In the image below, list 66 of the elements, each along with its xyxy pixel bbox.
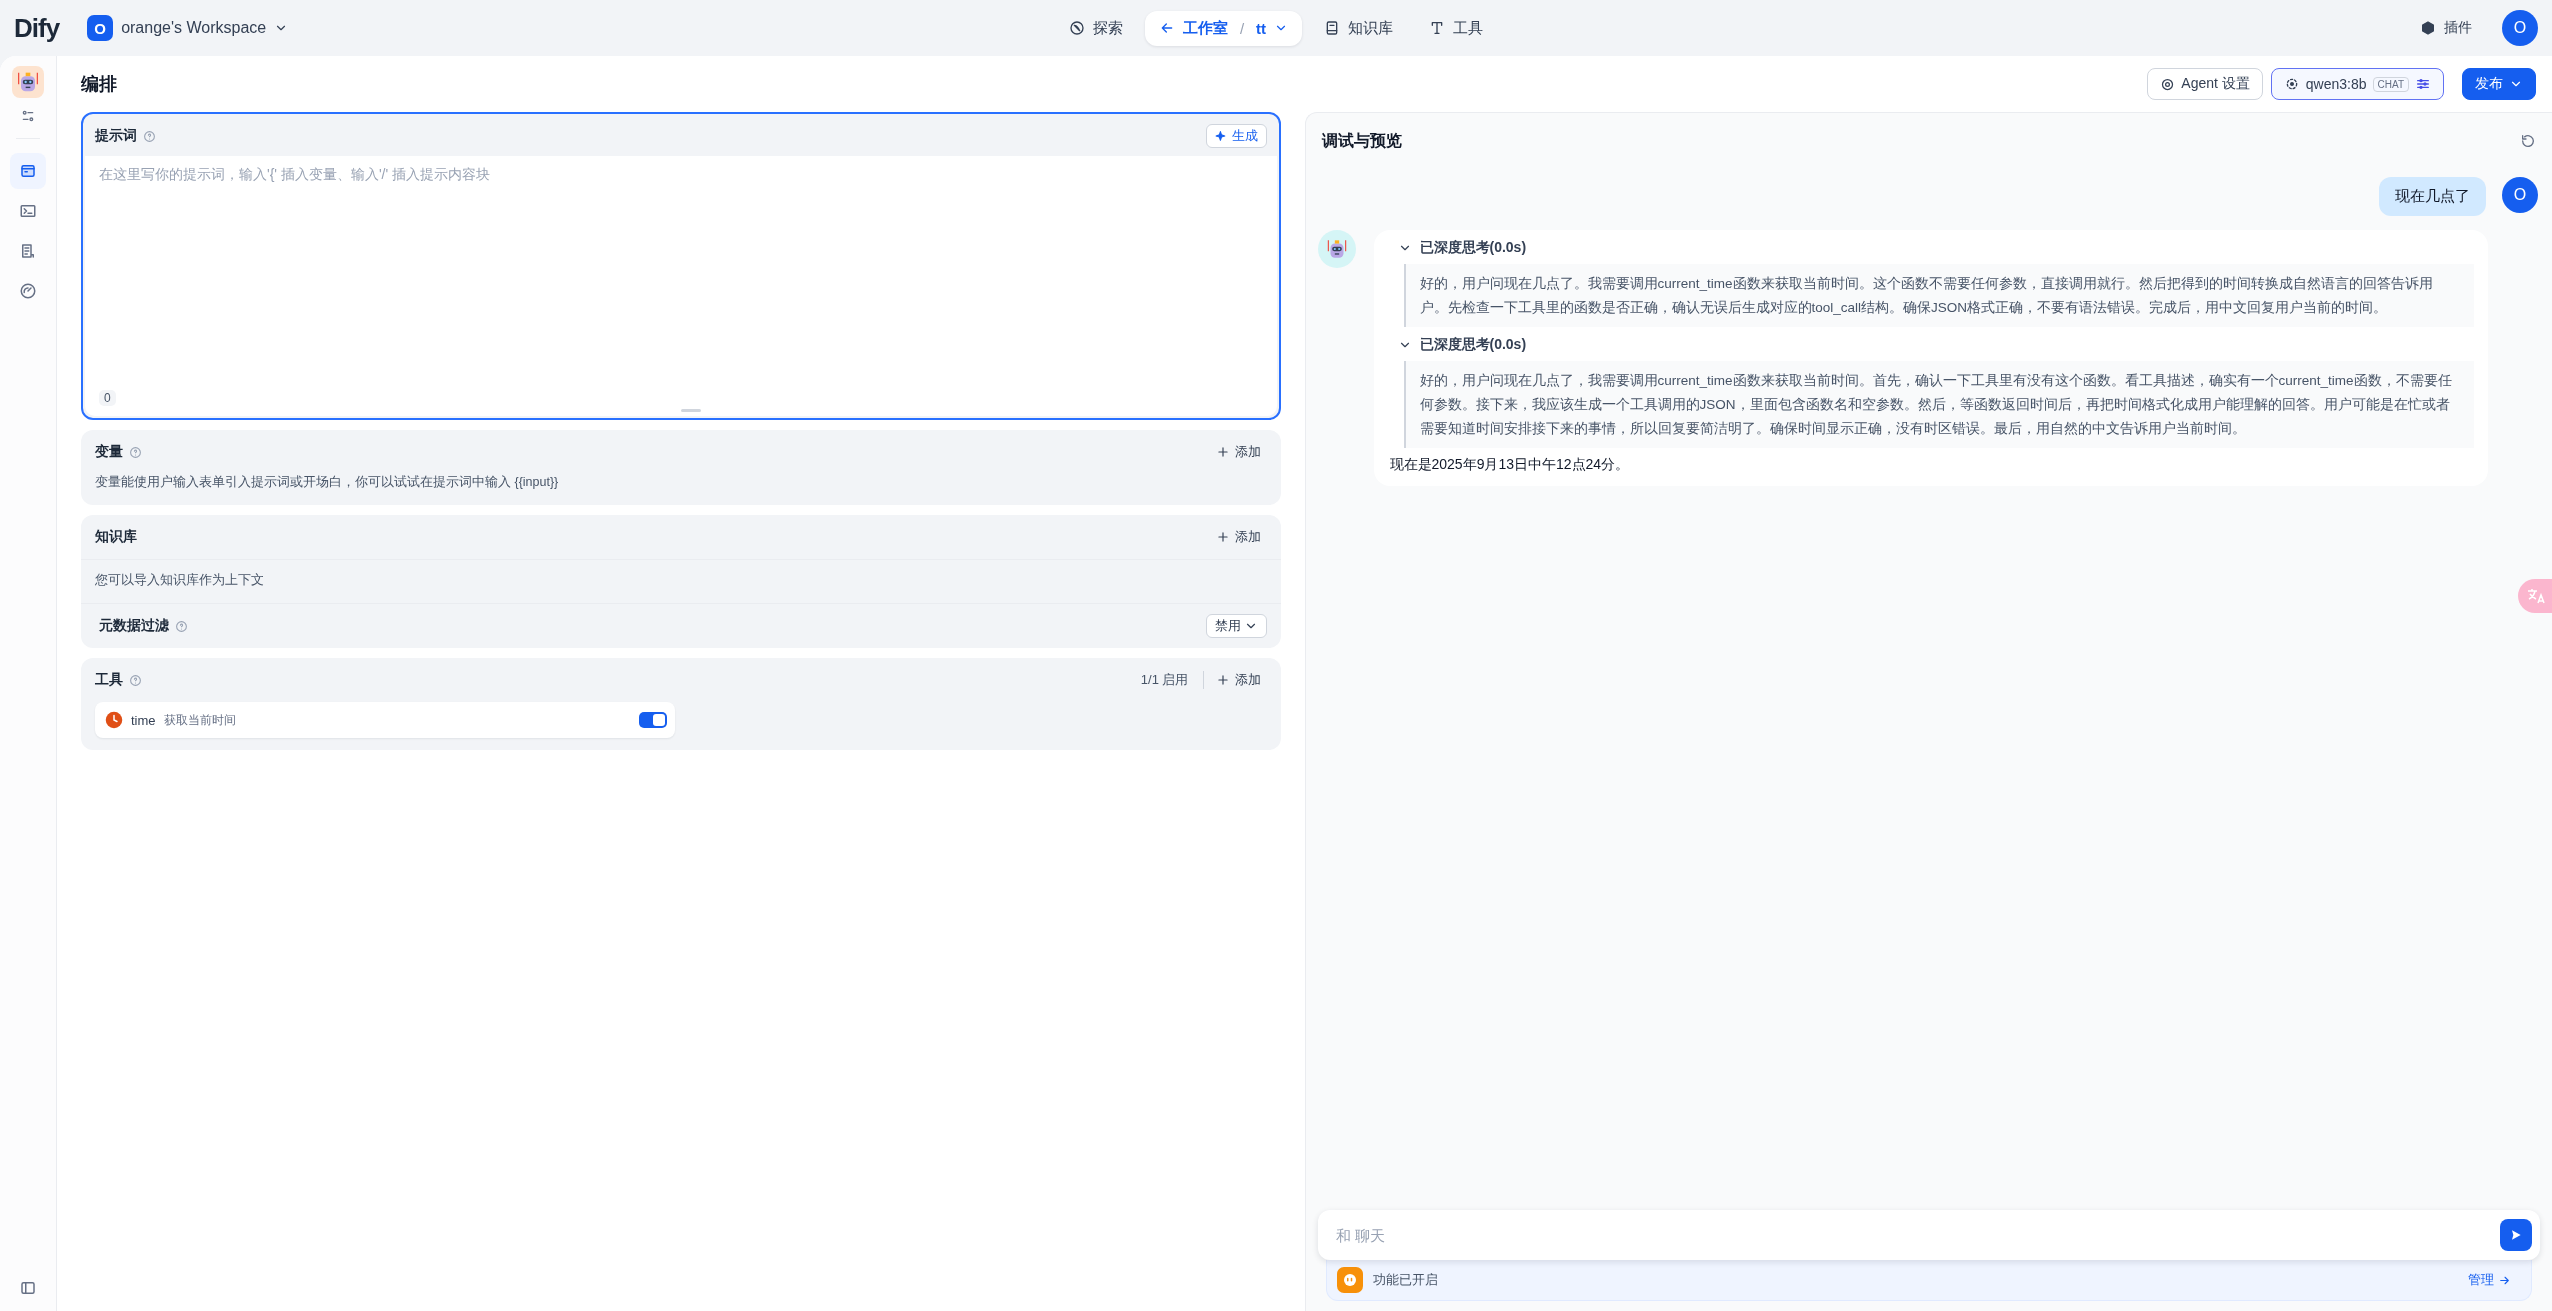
terminal-icon xyxy=(19,202,37,220)
agent-settings-button[interactable]: Agent 设置 xyxy=(2147,68,2263,100)
cube-icon xyxy=(2420,20,2436,36)
prompt-field[interactable]: 在这里写你的提示词，输入'{' 插入变量、输入'/' 插入提示内容块 xyxy=(99,166,1263,390)
section-description: 变量能使用户输入表单引入提示词或开场白，你可以试试在提示词中输入 {{input}} xyxy=(94,474,560,491)
filter-dropdown[interactable]: 禁用 xyxy=(1205,614,1267,638)
add-button[interactable]: 添加 xyxy=(1209,527,1267,547)
clock-icon xyxy=(105,711,123,729)
send-button[interactable] xyxy=(2500,1219,2532,1251)
section-title: 变量 xyxy=(95,443,123,461)
plugins-button[interactable]: 插件 xyxy=(2414,18,2478,38)
publish-button[interactable]: 发布 xyxy=(2462,68,2536,100)
section-description: 您可以导入知识库作为上下文 xyxy=(81,559,1281,603)
nav-tab[interactable]: 探索 xyxy=(1054,10,1137,46)
settings-sliders-icon xyxy=(20,108,36,124)
nav-tab[interactable]: 工具 xyxy=(1415,10,1498,46)
thinking-toggle[interactable]: 已深度思考(0.0s) xyxy=(1387,335,2474,356)
page-title: 编排 xyxy=(81,73,118,96)
help-icon xyxy=(129,445,142,459)
thinking-text: 好的，用户问现在几点了，我需要调用current_time函数来获取当前时间。首先，确认一下工具里有没有这个函数。看工具描述，确实有一个current_time函数，不需要任何参数。接下来，我应该生成一个工具调用的JSON，里面包含函数名和空参数。然后，等函数返回时间后，再把时间格式化成用户能理解的回答。用户可能是在忙或者需要知道时间安排接下来的事情，所以回复要简洁明了。确保时间显示正确，没有时区错误。最后，用自然的中文告诉用户当前时间。 xyxy=(1403,361,2474,449)
workspace-switcher[interactable]: O orange's Workspace xyxy=(87,15,289,41)
plus-icon xyxy=(1215,673,1230,687)
sliders-icon xyxy=(2415,76,2431,92)
character-count: 0 xyxy=(99,390,116,406)
user-avatar[interactable]: O xyxy=(2502,10,2538,46)
document-icon xyxy=(19,242,37,260)
section-title: 元数据过滤 xyxy=(99,617,169,635)
section-title: 提示词 xyxy=(95,127,137,145)
enabled-count: 1/1 启用 xyxy=(1140,671,1204,689)
panel-title: 调试与预览 xyxy=(1321,130,1403,151)
app-icon[interactable] xyxy=(12,66,44,98)
generate-button[interactable]: 生成 xyxy=(1205,124,1267,148)
thinking-toggle[interactable]: 已深度思考(0.0s) xyxy=(1387,238,2474,258)
add-button[interactable]: 添加 xyxy=(1209,670,1267,690)
section-title: 工具 xyxy=(95,671,123,689)
plus-icon xyxy=(1215,530,1230,544)
tool-description: 获取当前时间 xyxy=(163,711,236,729)
nav-tab[interactable]: 工作室 / tt xyxy=(1144,10,1303,46)
answer-text: 现在是2025年9月13日中午12点24分。 xyxy=(1388,456,1631,475)
model-selector[interactable]: qwen3:8b CHAT xyxy=(2270,68,2444,100)
plus-icon xyxy=(1215,445,1230,459)
refresh-icon xyxy=(2520,133,2536,149)
mode-badge: CHAT xyxy=(2372,76,2409,92)
tool-name: time xyxy=(131,712,156,728)
sparkle-icon xyxy=(1214,129,1228,143)
help-icon xyxy=(143,129,156,143)
toggle-switch[interactable] xyxy=(639,712,667,728)
features-label: 功能已开启 xyxy=(1372,1271,1438,1289)
prompt-field-box[interactable]: 在这里写你的提示词，输入'{' 插入变量、输入'/' 插入提示内容块 0 xyxy=(85,156,1277,416)
nav-tab[interactable]: 知识库 xyxy=(1310,10,1408,46)
help-icon xyxy=(129,673,142,687)
user-message: 现在几点了 xyxy=(2379,177,2486,216)
logo[interactable]: Dify xyxy=(14,12,60,44)
help-icon xyxy=(175,619,188,633)
add-button[interactable]: 添加 xyxy=(1209,442,1267,462)
sidebar-toggle-icon xyxy=(19,1279,37,1297)
manage-link[interactable]: 管理 xyxy=(2462,1270,2517,1290)
window-icon xyxy=(19,162,37,180)
thinking-text: 好的，用户问现在几点了。我需要调用current_time函数来获取当前时间。这个函数不需要任何参数，直接调用就行。然后把得到的时间转换成自然语言的回答告诉用户。先检查一下工具里的函数是否正确，确认无误后生成对应的tool_call结构。确保JSON格式正确，不要有语法错误。完成后，用中文回复用户当前的时间。 xyxy=(1403,264,2474,328)
chat-input-box[interactable]: 和 聊天 xyxy=(1317,1210,2540,1260)
chat-input[interactable]: 和 聊天 xyxy=(1333,1225,2500,1245)
user-avatar: O xyxy=(2502,177,2538,213)
gauge-icon xyxy=(19,282,37,300)
sidebar-item[interactable] xyxy=(10,153,46,189)
section-title: 知识库 xyxy=(95,528,137,546)
breadcrumb-separator: / xyxy=(1239,19,1245,37)
